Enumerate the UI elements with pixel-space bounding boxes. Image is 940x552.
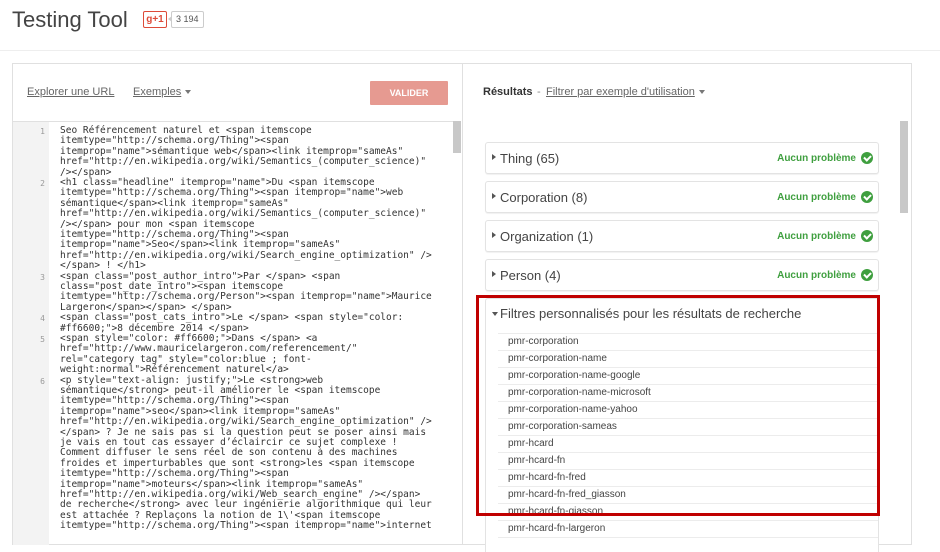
result-label: Organization (1) — [500, 229, 594, 244]
code-text: Seo Référencement naturel et <span items… — [60, 125, 427, 178]
results-scrollbar-thumb[interactable] — [900, 121, 908, 213]
code-text: <h1 class="headline" itemprop="name">Du … — [60, 177, 432, 272]
line-number: 4 — [40, 314, 45, 324]
triangle-right-icon — [492, 232, 496, 238]
result-row-organization[interactable]: Organization (1) Aucun problème — [485, 220, 879, 252]
result-row-corporation[interactable]: Corporation (8) Aucun problème — [485, 181, 879, 213]
triangle-right-icon — [492, 193, 496, 199]
caret-down-icon — [698, 90, 705, 95]
explore-url-label: Explorer une URL — [27, 86, 115, 98]
caret-down-icon — [185, 90, 192, 95]
check-circle-icon — [861, 152, 873, 164]
triangle-right-icon — [492, 271, 496, 277]
google-plus-one-button[interactable]: g+1 — [143, 11, 167, 28]
result-label: Person (4) — [500, 268, 561, 283]
result-row-person[interactable]: Person (4) Aucun problème — [485, 259, 879, 291]
examples-label: Exemples — [133, 86, 182, 98]
filter-by-usage-dropdown[interactable]: Filtrer par exemple d'utilisation — [546, 86, 705, 98]
status-text: Aucun problème — [777, 192, 856, 203]
line-number: 6 — [40, 376, 45, 386]
result-label: Thing (65) — [500, 151, 560, 166]
line-number: 2 — [40, 179, 45, 188]
editor-scrollbar-thumb[interactable] — [453, 121, 461, 153]
share-count-badge: 3 194 — [168, 11, 204, 28]
code-text: <span style="color: #ff6600;">Dans </spa… — [60, 333, 358, 376]
app-title: Testing Tool — [12, 7, 128, 32]
code-text: <p style="text-align: justify;">Le <stro… — [60, 374, 432, 532]
explore-url-link[interactable]: Explorer une URL — [27, 86, 114, 98]
results-label: Résultats — [483, 86, 533, 98]
check-circle-icon — [861, 269, 873, 281]
line-number: 1 — [40, 127, 45, 136]
status-text: Aucun problème — [777, 270, 856, 281]
highlight-annotation-box — [476, 295, 880, 516]
line-number: 5 — [40, 335, 45, 344]
result-label: Corporation (8) — [500, 190, 588, 205]
triangle-right-icon — [492, 154, 496, 160]
filter-by-usage-label: Filtrer par exemple d'utilisation — [546, 86, 695, 98]
check-circle-icon — [861, 191, 873, 203]
examples-dropdown[interactable]: Exemples — [133, 86, 192, 98]
custom-filter-label: pmr-hcard-fn-largeron — [508, 523, 606, 534]
status-text: Aucun problème — [777, 153, 856, 164]
header-divider — [0, 50, 940, 51]
validate-button[interactable]: VALIDER — [370, 81, 448, 105]
check-circle-icon — [861, 230, 873, 242]
result-row-thing[interactable]: Thing (65) Aucun problème — [485, 142, 879, 174]
input-panel: Explorer une URL Exemples VALIDER 1 Seo R… — [13, 64, 463, 545]
status-text: Aucun problème — [777, 231, 856, 242]
code-text: <span class="post_author_intro">Par </sp… — [60, 270, 432, 313]
line-number: 3 — [40, 272, 45, 282]
code-editor[interactable]: 1 Seo Référencement naturel et <span item… — [13, 121, 461, 545]
results-separator: - — [537, 86, 541, 98]
code-text: <span class="post_cats_intro">Le </span>… — [60, 312, 404, 334]
custom-filter-item[interactable]: pmr-hcard-fn-largeron — [498, 521, 878, 538]
